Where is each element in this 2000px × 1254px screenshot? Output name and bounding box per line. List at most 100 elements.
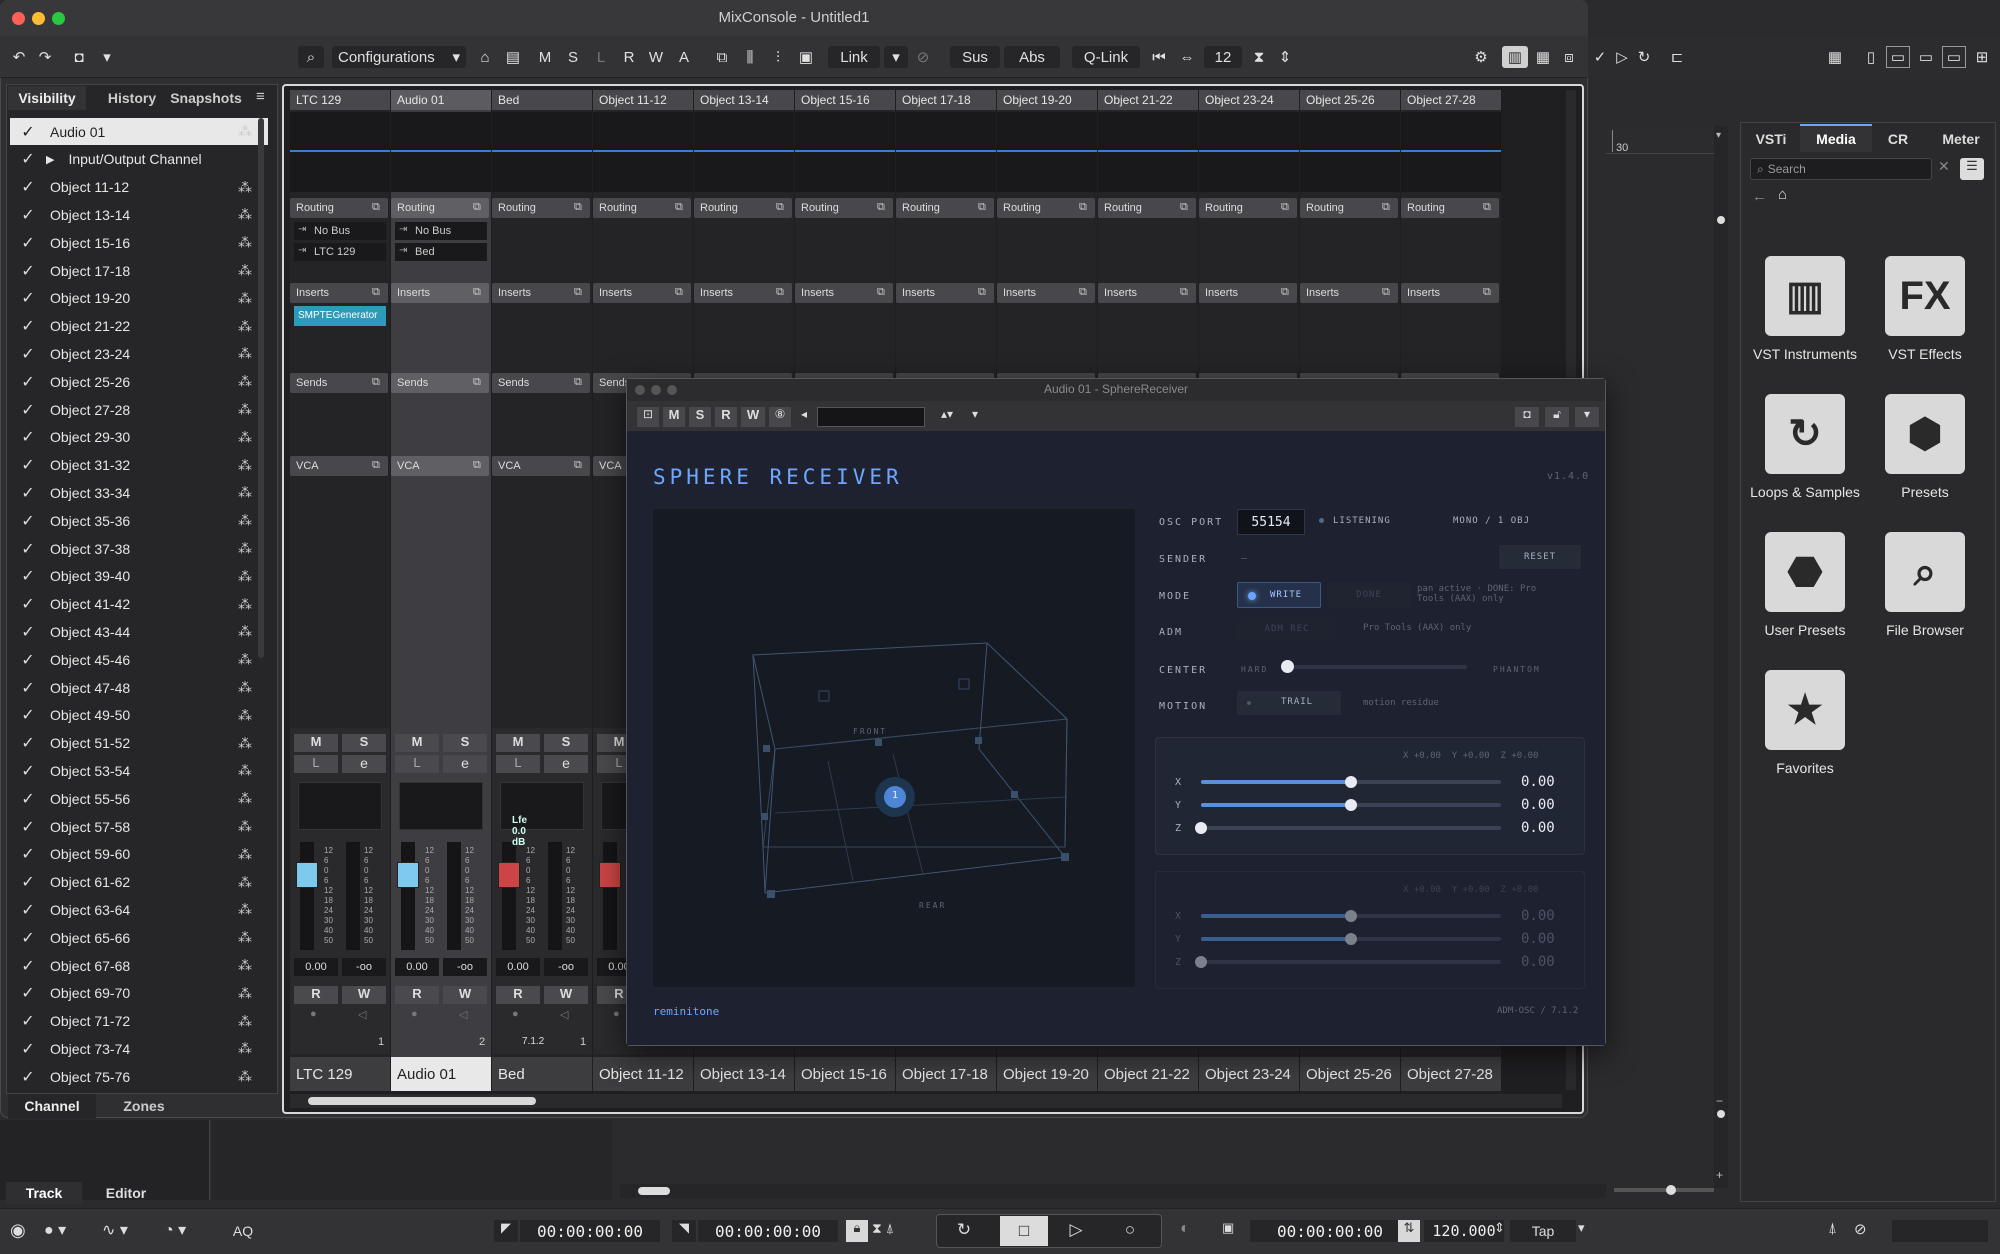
presets-icon[interactable]: ⬢ [1885, 394, 1965, 474]
file-browser-icon[interactable]: ⌕ [1885, 532, 1965, 612]
play-button[interactable]: ▷ [1056, 1220, 1096, 1242]
expand-vertical-icon[interactable]: ⧗ [1248, 46, 1270, 68]
channel-name-7[interactable]: Object 19-20 [997, 1057, 1097, 1091]
mixer-hscroll[interactable] [290, 1094, 1562, 1108]
zoom-minus-icon[interactable]: − [1716, 1094, 1723, 1108]
dropdown-chevron-icon[interactable]: ▾ [98, 46, 116, 68]
bypass-icon[interactable]: ⊡ [637, 407, 659, 427]
punch-in-icon[interactable]: ◐ [1180, 1220, 1190, 1238]
section-inserts-toggle-icon[interactable]: ⧉ [877, 286, 885, 299]
abs-button[interactable]: Abs [1004, 46, 1060, 68]
channel-header-object-15-16[interactable]: Object 15-16 [795, 90, 895, 110]
link-off-icon[interactable]: ⊘ [912, 46, 934, 68]
plugin-read-button[interactable]: R [715, 407, 737, 427]
visibility-item[interactable]: ✓ Object 75-76 ⁂ [10, 1063, 268, 1090]
record-button[interactable]: ○ [1110, 1220, 1150, 1242]
checkmark-icon[interactable]: ✓ [10, 678, 46, 698]
left-locator-icon[interactable]: ◤ [494, 1220, 518, 1242]
write-automation-button[interactable]: W [443, 986, 487, 1004]
section-routing-toggle-icon[interactable]: ⧉ [1180, 201, 1188, 214]
visibility-item[interactable]: ✓ Object 49-50 ⁂ [10, 702, 268, 729]
visibility-item[interactable]: ✓ Object 45-46 ⁂ [10, 646, 268, 673]
project-vscroll-thumb[interactable] [1717, 216, 1725, 224]
refresh-icon[interactable]: ↻ [1634, 46, 1654, 68]
osc-port-input[interactable]: 55154 [1237, 509, 1305, 535]
global-listen-button[interactable]: L [590, 46, 612, 68]
section-inserts-toggle-icon[interactable]: ⧉ [1281, 286, 1289, 299]
monitor-icon[interactable]: ◁ [358, 1008, 366, 1021]
section-routing-toggle-icon[interactable]: ⧉ [1281, 201, 1289, 214]
visibility-item[interactable]: ✓ Object 19-20 ⁂ [10, 285, 268, 312]
section-inserts-toggle-icon[interactable]: ⧉ [1382, 286, 1390, 299]
home-icon[interactable]: ⌂ [1778, 186, 1787, 203]
project-vscroll[interactable] [1714, 126, 1728, 1188]
visibility-item[interactable]: ✓ Object 11-12 ⁂ [10, 174, 268, 201]
marker-icon[interactable]: ⧗ ⍋ [872, 1220, 894, 1237]
tempo-stepper-icon[interactable]: ⇕ [1494, 1220, 1505, 1236]
sync-status-icon[interactable]: ⊘ [1854, 1220, 1876, 1242]
right-locator-icon[interactable]: ◥ [672, 1220, 696, 1242]
title-bar[interactable]: MixConsole - Untitled1 [0, 0, 1588, 36]
section-vca-toggle-icon[interactable]: ⧉ [372, 459, 380, 472]
tab-zones[interactable]: Zones [100, 1094, 188, 1118]
tab-visibility[interactable]: Visibility [8, 86, 86, 110]
tab-cr[interactable]: CR [1874, 126, 1922, 152]
checkmark-icon[interactable]: ✓ [10, 789, 46, 809]
checkmark-icon[interactable]: ✓ [10, 177, 46, 197]
fx-icon[interactable]: FX [1885, 256, 1965, 336]
global-solo-button[interactable]: S [562, 46, 584, 68]
fader-handle[interactable] [498, 862, 520, 888]
sync-icon[interactable]: ⧈ [1558, 46, 1580, 68]
panel-left-icon[interactable]: ▯ [1860, 46, 1882, 68]
channel-name-10[interactable]: Object 25-26 [1300, 1057, 1400, 1091]
section-inserts-toggle-icon[interactable]: ⧉ [1180, 286, 1188, 299]
layout-left-icon[interactable]: ▥ [1502, 46, 1528, 68]
record-enable-icon[interactable]: ● [613, 1008, 620, 1020]
visibility-item[interactable]: ✓ Object 61-62 ⁂ [10, 869, 268, 896]
lock-icon[interactable]: ⌂ [474, 46, 496, 68]
z-slider[interactable] [1195, 822, 1501, 834]
z-value[interactable]: 0.00 [1521, 820, 1555, 836]
volume-readout[interactable]: 0.00 [496, 958, 540, 976]
visibility-item[interactable]: ✓ Object 27-28 ⁂ [10, 396, 268, 423]
global-read-button[interactable]: R [618, 46, 640, 68]
loop-icon[interactable]: ↻ [1765, 394, 1845, 474]
section-inserts-toggle-icon[interactable]: ⧉ [776, 286, 784, 299]
visibility-item[interactable]: ✓ Object 57-58 ⁂ [10, 813, 268, 840]
channel-name-6[interactable]: Object 17-18 [896, 1057, 996, 1091]
pan-readout[interactable]: -oo [443, 958, 487, 976]
stop-button[interactable]: □ [1000, 1216, 1048, 1246]
piano-icon[interactable]: ▥ [1765, 256, 1845, 336]
channel-name-8[interactable]: Object 21-22 [1098, 1057, 1198, 1091]
visibility-item[interactable]: ✓ ▶ Input/Output Channel [10, 146, 268, 173]
done-mode-button[interactable]: DONE [1327, 582, 1411, 608]
checkmark-icon[interactable]: ✓ [10, 344, 46, 364]
z2-slider-knob[interactable] [1195, 956, 1207, 968]
plugin-camera-icon[interactable]: ◘ [1515, 407, 1539, 427]
stepper-icon[interactable]: ⇕ [1274, 46, 1296, 68]
monitor-icon[interactable]: ◁ [560, 1008, 568, 1021]
checkmark-icon[interactable]: ✓ [10, 900, 46, 920]
media-item-label[interactable]: Favorites [1735, 760, 1875, 776]
checkmark-icon[interactable]: ✓ [10, 983, 46, 1003]
aq-button[interactable]: AQ [222, 1220, 264, 1242]
checkmark-icon[interactable]: ✓ [10, 400, 46, 420]
mute-button[interactable]: M [395, 734, 439, 752]
edit-channel-button[interactable]: e [443, 755, 487, 773]
adm-rec-button[interactable]: ADM REC [1237, 617, 1337, 641]
mute-button[interactable]: M [294, 734, 338, 752]
checkmark-icon[interactable]: ✓ [10, 956, 46, 976]
routing-output-select[interactable]: LTC 129 [294, 243, 386, 261]
channel-header-object-25-26[interactable]: Object 25-26 [1300, 90, 1400, 110]
section-routing-toggle-icon[interactable]: ⧉ [978, 201, 986, 214]
visibility-item[interactable]: ✓ Object 47-48 ⁂ [10, 674, 268, 701]
visibility-item[interactable]: ✓ Object 23-24 ⁂ [10, 340, 268, 367]
project-hscroll[interactable] [620, 1184, 1606, 1198]
zoom-plus-icon[interactable]: + [1716, 1168, 1723, 1182]
center-slider-knob[interactable] [1281, 660, 1294, 673]
center-slider[interactable] [1281, 660, 1467, 673]
time-display-icon[interactable]: ▣ [1222, 1220, 1244, 1242]
checkmark-icon[interactable]: ✓ [10, 1039, 46, 1059]
channel-header-object-23-24[interactable]: Object 23-24 [1199, 90, 1299, 110]
checkmark-icon[interactable]: ✓ [10, 316, 46, 336]
